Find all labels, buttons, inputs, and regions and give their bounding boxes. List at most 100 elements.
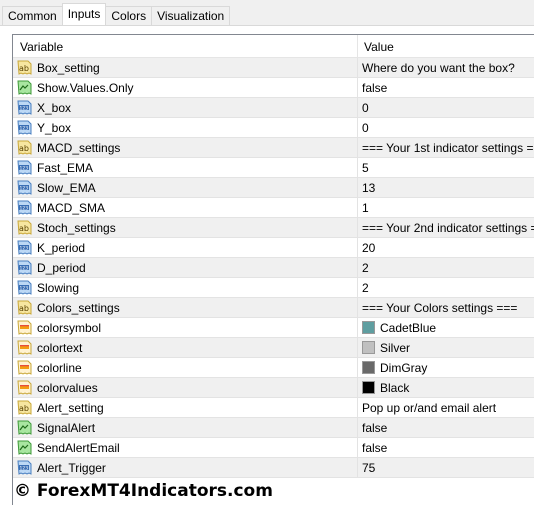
color-type-icon bbox=[17, 320, 32, 335]
variable-name: colorline bbox=[37, 361, 82, 375]
column-divider bbox=[357, 418, 358, 438]
value-text: Pop up or/and email alert bbox=[362, 401, 497, 415]
variable-name: colorvalues bbox=[37, 381, 98, 395]
value-cell[interactable]: Pop up or/and email alert bbox=[362, 401, 496, 415]
value-cell[interactable]: 75 bbox=[362, 461, 375, 475]
value-cell[interactable]: === Your 1st indicator settings === bbox=[362, 141, 534, 155]
table-row[interactable]: 123 D_period 2 bbox=[13, 258, 534, 278]
variable-name: Y_box bbox=[37, 121, 72, 135]
value-cell[interactable]: false bbox=[362, 421, 387, 435]
value-cell[interactable]: Silver bbox=[362, 341, 410, 355]
value-cell[interactable]: 13 bbox=[362, 181, 375, 195]
value-cell[interactable]: DimGray bbox=[362, 361, 427, 375]
value-text: 0 bbox=[362, 121, 369, 135]
variable-name: K_period bbox=[37, 241, 86, 255]
variable-name: MACD_settings bbox=[37, 141, 121, 155]
value-cell[interactable]: 5 bbox=[362, 161, 369, 175]
int-type-icon: 123 bbox=[17, 120, 32, 135]
column-divider bbox=[357, 278, 358, 298]
table-row[interactable]: colorvalues Black bbox=[13, 378, 534, 398]
svg-text:123: 123 bbox=[20, 265, 29, 271]
value-text: 1 bbox=[362, 201, 369, 215]
value-text: 20 bbox=[362, 241, 376, 255]
variable-name: MACD_SMA bbox=[37, 201, 106, 215]
table-row[interactable]: 123 MACD_SMA 1 bbox=[13, 198, 534, 218]
value-text: Silver bbox=[380, 341, 411, 355]
table-row[interactable]: ab Box_setting Where do you want the box? bbox=[13, 58, 534, 78]
variable-name: Show.Values.Only bbox=[37, 81, 134, 95]
table-row[interactable]: SendAlertEmail false bbox=[13, 438, 534, 458]
value-cell[interactable]: 2 bbox=[362, 281, 369, 295]
table-row[interactable]: 123 Slowing 2 bbox=[13, 278, 534, 298]
table-row[interactable]: ab MACD_settings === Your 1st indicator se… bbox=[13, 138, 534, 158]
value-cell[interactable]: 1 bbox=[362, 201, 369, 215]
table-row[interactable]: ab Stoch_settings === Your 2nd indicator s… bbox=[13, 218, 534, 238]
table-row[interactable]: 123 K_period 20 bbox=[13, 238, 534, 258]
table-row[interactable]: 123 Fast_EMA 5 bbox=[13, 158, 534, 178]
tab-common[interactable]: Common bbox=[2, 6, 63, 25]
table-row[interactable]: ab Colors_settings === Your Colors setting… bbox=[13, 298, 534, 318]
int-type-icon: 123 bbox=[17, 100, 32, 115]
value-cell[interactable]: Black bbox=[362, 381, 409, 395]
table-row[interactable]: 123 Slow_EMA 13 bbox=[13, 178, 534, 198]
color-swatch bbox=[362, 321, 375, 334]
value-cell[interactable]: 20 bbox=[362, 241, 375, 255]
column-divider[interactable] bbox=[357, 35, 358, 57]
svg-text:123: 123 bbox=[20, 125, 29, 131]
value-text: 2 bbox=[362, 261, 369, 275]
value-text: 0 bbox=[362, 101, 369, 115]
column-divider bbox=[357, 138, 358, 158]
value-text: false bbox=[362, 81, 388, 95]
table-row[interactable]: 123 Alert_Trigger 75 bbox=[13, 458, 534, 478]
table-header: Variable Value bbox=[13, 35, 534, 58]
column-divider bbox=[357, 398, 358, 418]
table-row[interactable]: 123 X_box 0 bbox=[13, 98, 534, 118]
value-cell[interactable]: CadetBlue bbox=[362, 321, 436, 335]
value-cell[interactable]: 0 bbox=[362, 101, 369, 115]
string-type-icon: ab bbox=[17, 300, 32, 315]
column-divider bbox=[357, 98, 358, 118]
value-cell[interactable]: 0 bbox=[362, 121, 369, 135]
table-row[interactable]: colorsymbol CadetBlue bbox=[13, 318, 534, 338]
value-cell[interactable]: false bbox=[362, 441, 387, 455]
column-divider bbox=[357, 358, 358, 378]
bool-type-icon bbox=[17, 80, 32, 95]
tab-inputs[interactable]: Inputs bbox=[61, 3, 107, 25]
value-cell[interactable]: Where do you want the box? bbox=[362, 61, 515, 75]
int-type-icon: 123 bbox=[17, 200, 32, 215]
value-cell[interactable]: === Your 2nd indicator settings === bbox=[362, 221, 534, 235]
value-cell[interactable]: false bbox=[362, 81, 387, 95]
watermark: © ForexMT4Indicators.com bbox=[14, 481, 273, 501]
tab-colors[interactable]: Colors bbox=[105, 6, 153, 25]
variable-name: X_box bbox=[37, 101, 72, 115]
svg-text:123: 123 bbox=[20, 165, 29, 171]
value-text: === Your Colors settings === bbox=[362, 301, 518, 315]
column-divider bbox=[357, 318, 358, 338]
value-cell[interactable]: === Your Colors settings === bbox=[362, 301, 517, 315]
column-header-value[interactable]: Value bbox=[364, 40, 394, 54]
string-type-icon: ab bbox=[17, 220, 32, 235]
variable-name: SendAlertEmail bbox=[37, 441, 120, 455]
table-row[interactable]: colortext Silver bbox=[13, 338, 534, 358]
tab-bar: Common Inputs Colors Visualization bbox=[2, 3, 231, 25]
table-row[interactable]: SignalAlert false bbox=[13, 418, 534, 438]
color-type-icon bbox=[17, 360, 32, 375]
int-type-icon: 123 bbox=[17, 260, 32, 275]
column-divider bbox=[357, 438, 358, 458]
column-divider bbox=[357, 58, 358, 78]
value-cell[interactable]: 2 bbox=[362, 261, 369, 275]
inputs-table: Variable Value ab Box_setting Where do you… bbox=[12, 34, 534, 505]
variable-name: Slow_EMA bbox=[37, 181, 96, 195]
table-row[interactable]: ab Alert_setting Pop up or/and email alert bbox=[13, 398, 534, 418]
column-header-variable[interactable]: Variable bbox=[20, 40, 63, 54]
value-text: 2 bbox=[362, 281, 369, 295]
table-row[interactable]: 123 Y_box 0 bbox=[13, 118, 534, 138]
column-divider bbox=[357, 338, 358, 358]
value-text: false bbox=[362, 441, 388, 455]
tab-visualization[interactable]: Visualization bbox=[151, 6, 231, 25]
color-swatch bbox=[362, 381, 375, 394]
table-row[interactable]: colorline DimGray bbox=[13, 358, 534, 378]
column-divider bbox=[357, 298, 358, 318]
svg-text:123: 123 bbox=[20, 105, 29, 111]
table-row[interactable]: Show.Values.Only false bbox=[13, 78, 534, 98]
